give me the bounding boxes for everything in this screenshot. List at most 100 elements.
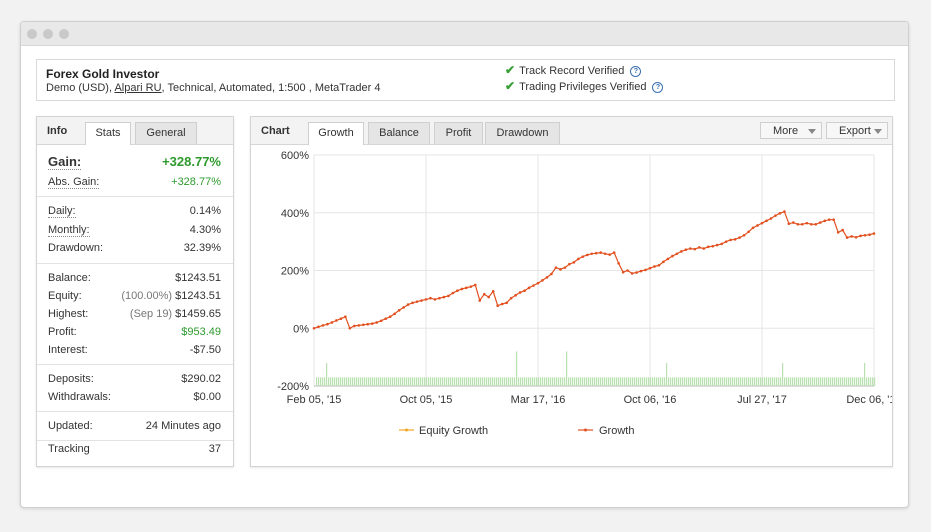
highest-date: (Sep 19) bbox=[129, 308, 173, 320]
tab-stats[interactable]: Stats bbox=[85, 122, 131, 145]
volume-bar bbox=[556, 377, 558, 386]
volume-bar bbox=[404, 377, 406, 386]
abs-gain-label[interactable]: Abs. Gain: bbox=[48, 176, 100, 189]
growth-point bbox=[411, 301, 414, 305]
growth-point bbox=[644, 268, 647, 272]
tab-balance[interactable]: Balance bbox=[368, 122, 430, 144]
tab-general[interactable]: General bbox=[135, 122, 197, 144]
growth-point bbox=[559, 268, 562, 271]
divider bbox=[37, 196, 233, 197]
more-button[interactable]: More bbox=[760, 122, 822, 139]
volume-bar bbox=[446, 377, 448, 386]
volume-bar bbox=[428, 377, 430, 386]
growth-point bbox=[496, 304, 499, 308]
stat-deposits: Deposits: $290.02 bbox=[48, 373, 221, 389]
help-icon[interactable]: ? bbox=[630, 65, 642, 77]
growth-point bbox=[724, 240, 728, 243]
daily-label[interactable]: Daily: bbox=[48, 205, 76, 218]
volume-bar bbox=[592, 377, 594, 386]
growth-point bbox=[653, 265, 656, 268]
growth-point bbox=[612, 251, 616, 254]
volume-bar bbox=[862, 377, 864, 386]
growth-point bbox=[603, 252, 607, 256]
volume-bars bbox=[316, 351, 876, 386]
window-close-dot[interactable] bbox=[27, 29, 37, 39]
volume-bar bbox=[762, 377, 764, 386]
volume-bar bbox=[870, 377, 872, 386]
growth-point bbox=[357, 324, 361, 327]
tab-drawdown[interactable]: Drawdown bbox=[485, 122, 560, 144]
growth-point bbox=[599, 251, 603, 254]
volume-bar bbox=[366, 377, 368, 386]
volume-bar bbox=[670, 377, 672, 386]
volume-bar bbox=[830, 377, 832, 386]
volume-bar bbox=[752, 377, 754, 386]
volume-bar bbox=[388, 377, 390, 386]
volume-bar bbox=[486, 377, 488, 386]
volume-bar bbox=[590, 377, 592, 386]
volume-bar bbox=[470, 377, 472, 386]
growth-point bbox=[801, 223, 804, 226]
volume-bar bbox=[764, 377, 766, 386]
volume-bar bbox=[810, 377, 812, 386]
window-minimize-dot[interactable] bbox=[43, 29, 53, 39]
growth-point bbox=[487, 295, 491, 299]
help-icon[interactable]: ? bbox=[652, 81, 664, 93]
volume-bar bbox=[708, 377, 710, 386]
gain-label[interactable]: Gain: bbox=[48, 154, 82, 170]
growth-point bbox=[536, 281, 540, 285]
volume-bar bbox=[678, 377, 680, 386]
growth-point bbox=[585, 253, 589, 257]
volume-bar bbox=[788, 377, 790, 386]
drawdown-label: Drawdown: bbox=[48, 242, 104, 254]
volume-bar bbox=[516, 351, 518, 386]
volume-bar bbox=[822, 377, 824, 386]
volume-bar bbox=[730, 377, 732, 386]
broker-link[interactable]: Alpari RU bbox=[114, 82, 161, 94]
volume-bar bbox=[642, 377, 644, 386]
volume-bar bbox=[520, 377, 522, 386]
growth-point bbox=[370, 322, 374, 325]
tab-growth[interactable]: Growth bbox=[308, 122, 364, 145]
tab-profit[interactable]: Profit bbox=[434, 122, 483, 144]
growth-point bbox=[442, 295, 446, 299]
growth-point bbox=[335, 319, 338, 322]
window-maximize-dot[interactable] bbox=[59, 29, 69, 39]
growth-point bbox=[554, 266, 558, 269]
growth-point bbox=[778, 212, 782, 215]
volume-bar bbox=[578, 377, 580, 386]
growth-point bbox=[733, 238, 737, 241]
volume-bar bbox=[498, 377, 500, 386]
export-button[interactable]: Export bbox=[826, 122, 888, 139]
volume-bar bbox=[742, 377, 744, 386]
volume-bar bbox=[324, 377, 326, 386]
growth-point bbox=[581, 255, 585, 258]
growth-point bbox=[469, 285, 473, 288]
growth-point bbox=[747, 230, 750, 234]
growth-point bbox=[330, 321, 334, 324]
trading-privileges-label: Trading Privileges Verified bbox=[519, 81, 647, 93]
track-record-label: Track Record Verified bbox=[519, 65, 625, 77]
volume-bar bbox=[778, 377, 780, 386]
info-title: Info bbox=[47, 125, 68, 137]
volume-bar bbox=[346, 377, 348, 386]
volume-bar bbox=[858, 377, 860, 386]
volume-bar bbox=[792, 377, 794, 386]
growth-point bbox=[617, 261, 620, 265]
volume-bar bbox=[722, 377, 724, 386]
volume-bar bbox=[818, 377, 820, 386]
growth-point bbox=[415, 300, 419, 303]
volume-bar bbox=[504, 377, 506, 386]
volume-bar bbox=[820, 377, 822, 386]
volume-bar bbox=[732, 377, 734, 386]
growth-point bbox=[326, 322, 329, 326]
daily-value: 0.14% bbox=[189, 205, 221, 217]
volume-bar bbox=[514, 377, 516, 386]
growth-point bbox=[657, 264, 661, 267]
monthly-label[interactable]: Monthly: bbox=[48, 224, 90, 237]
y-axis-ticks: 600% 400% 200% 0% -200% bbox=[277, 150, 309, 393]
growth-point bbox=[689, 247, 692, 250]
volume-bar bbox=[322, 377, 324, 386]
window-titlebar bbox=[21, 22, 908, 46]
volume-bar bbox=[596, 377, 598, 386]
